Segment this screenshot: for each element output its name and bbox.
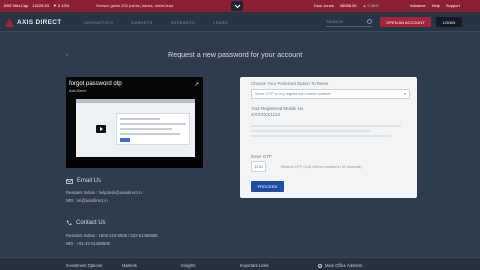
nav-item-markets[interactable]: MARKETS (131, 20, 152, 25)
mobile-label: Your Registered Mobile No (251, 106, 304, 111)
nav-item-learn[interactable]: LEARN (213, 20, 228, 25)
search-input[interactable]: SEARCH (326, 19, 372, 27)
ticker-left-change: ▼ 0.13% (52, 3, 70, 8)
phone-heading: Contact Us (76, 220, 106, 226)
info-text-line (251, 135, 391, 137)
play-icon[interactable] (96, 125, 106, 133)
login-button[interactable]: LOGIN (436, 17, 462, 27)
form-line (120, 123, 186, 125)
open-account-button[interactable]: OPEN AN ACCOUNT (380, 17, 431, 27)
axis-logo-icon (5, 18, 14, 27)
ticker-link-advance[interactable]: Advance (410, 3, 426, 8)
form-line (120, 118, 160, 120)
nav-item-research[interactable]: RESEARCH (171, 20, 196, 25)
footer-investment-options[interactable]: Investment Options (66, 263, 102, 268)
reset-password-card: Choose Your Preferred Option To Reset Se… (240, 77, 417, 198)
video-title: forgot password otp (69, 81, 122, 87)
email-nri[interactable]: NRI : nri@axisdirect.in (66, 198, 108, 203)
phone-nri[interactable]: NRI : +91-22-61480808 (66, 241, 110, 246)
chevron-down-icon (234, 4, 240, 8)
email-heading: Email Us (77, 178, 102, 184)
search-icon[interactable] (367, 19, 372, 24)
phone-heading-row: Contact Us (66, 220, 106, 226)
phone-resident[interactable]: Resident Indian : 1800-210-0808 / 022-61… (66, 233, 158, 238)
info-text-line (251, 125, 401, 127)
brand-logo[interactable]: AXIS DIRECT (5, 18, 61, 27)
form-line (120, 133, 180, 135)
main-nav: DERIVATIVES MARKETS RESEARCH LEARN (84, 20, 228, 25)
site-footer: Investment Options Markets Insights Impo… (0, 257, 480, 270)
video-frame-header (76, 99, 195, 103)
reset-option-select[interactable]: Send OTP to my registered mobile number … (251, 89, 410, 99)
ticker-right-change: ▲ 0.36% (362, 3, 379, 8)
footer-main-office[interactable]: Main Office Address (318, 263, 362, 268)
ticker-left-value: 14226.53 (32, 3, 49, 8)
email-resident[interactable]: Resident Indian : helpdesk@axisdirect.in (66, 190, 142, 195)
ticker-news[interactable]: Sensex gains 250 points; banks, metal le… (96, 3, 173, 8)
collapse-ticker-button[interactable] (231, 1, 243, 11)
tutorial-video-player[interactable]: forgot password otp Axis Direct ↗ (66, 77, 203, 168)
phone-icon (66, 220, 72, 226)
page-title: Request a new password for your account (168, 50, 303, 59)
otp-input[interactable]: 1234 (251, 161, 266, 172)
info-text-line (251, 130, 371, 132)
form-line (120, 128, 172, 130)
ticker-right: Dow Jones 26058.30 ▲ 0.36% (314, 3, 379, 8)
video-frame (76, 99, 195, 157)
video-frame-form (116, 113, 190, 145)
otp-label: Enter OTP (251, 154, 272, 159)
share-icon[interactable]: ↗ (194, 81, 199, 88)
mobile-number: XXXXXX1112 (251, 113, 281, 118)
ticker-left: BSE Mid-Cap 14226.53 ▼ 0.13% (4, 3, 69, 8)
site-header: AXIS DIRECT DERIVATIVES MARKETS RESEARCH… (0, 12, 480, 32)
market-ticker: BSE Mid-Cap 14226.53 ▼ 0.13% Sensex gain… (0, 0, 480, 12)
ticker-link-support[interactable]: Support (446, 3, 460, 8)
ticker-left-name: BSE Mid-Cap (4, 3, 29, 8)
video-controls (66, 160, 203, 168)
location-pin-icon (318, 263, 322, 268)
ticker-right-value: 26058.30 (339, 3, 357, 8)
reset-option-value: Send OTP to my registered mobile number (255, 91, 331, 96)
ticker-links: Advance Help Support (410, 3, 460, 8)
resend-otp-note[interactable]: Resend OTP (Link will be enabled in 30 s… (281, 165, 362, 169)
nav-item-derivatives[interactable]: DERIVATIVES (84, 20, 113, 25)
footer-important-links[interactable]: Important Links (240, 263, 269, 268)
choose-option-label: Choose Your Preferred Option To Reset (251, 81, 329, 86)
video-channel: Axis Direct (69, 89, 86, 93)
search-placeholder: SEARCH (326, 19, 343, 24)
ticker-right-name: Dow Jones (314, 3, 334, 8)
form-button (120, 138, 130, 142)
brand-name: AXIS DIRECT (17, 19, 62, 26)
mail-icon (66, 178, 73, 184)
ticker-link-help[interactable]: Help (432, 3, 440, 8)
footer-insights[interactable]: Insights (181, 263, 195, 268)
footer-markets[interactable]: Markets (122, 263, 137, 268)
footer-main-office-label: Main Office Address (325, 263, 363, 268)
chevron-down-icon: ▾ (403, 91, 406, 96)
back-arrow-icon[interactable]: ‹ (66, 52, 68, 59)
email-heading-row: Email Us (66, 178, 101, 184)
proceed-button[interactable]: PROCEED (251, 181, 284, 192)
